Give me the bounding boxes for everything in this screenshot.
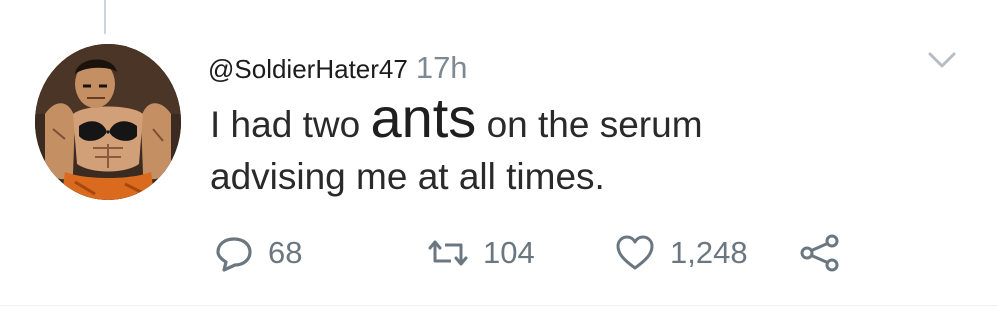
retweet-icon [428, 240, 468, 266]
tweet-text-segment: I had two [210, 104, 371, 145]
tweet-text-emphasis: ants [370, 86, 477, 149]
tweet-text-line-2: advising me at all times. [210, 156, 605, 197]
tweet-text: I had two ants on the serum advising me … [210, 90, 900, 203]
reply-button[interactable]: 68 [214, 228, 302, 278]
reply-bubble-icon [216, 237, 252, 272]
heart-icon [616, 235, 654, 270]
user-handle[interactable]: @SoldierHater47 [208, 54, 408, 85]
avatar-illustration [35, 44, 181, 200]
thread-connector-line [104, 0, 106, 34]
timestamp[interactable]: 17h [416, 50, 468, 86]
like-count: 1,248 [670, 235, 748, 270]
chevron-down-icon[interactable] [924, 48, 960, 72]
reply-count: 68 [268, 235, 303, 270]
tweet-header: @SoldierHater47 17h [208, 50, 468, 90]
share-icon [800, 234, 839, 272]
tweet-text-line-1: I had two ants on the serum [210, 90, 900, 151]
share-button[interactable] [798, 228, 842, 278]
retweet-count: 104 [483, 235, 535, 270]
retweet-button[interactable]: 104 [427, 228, 535, 278]
like-button[interactable]: 1,248 [614, 228, 748, 278]
tweet-text-segment: on the serum [476, 104, 703, 145]
tweet-actions: 68 104 1,248 [0, 228, 998, 278]
avatar[interactable] [35, 44, 181, 200]
divider [0, 305, 998, 306]
